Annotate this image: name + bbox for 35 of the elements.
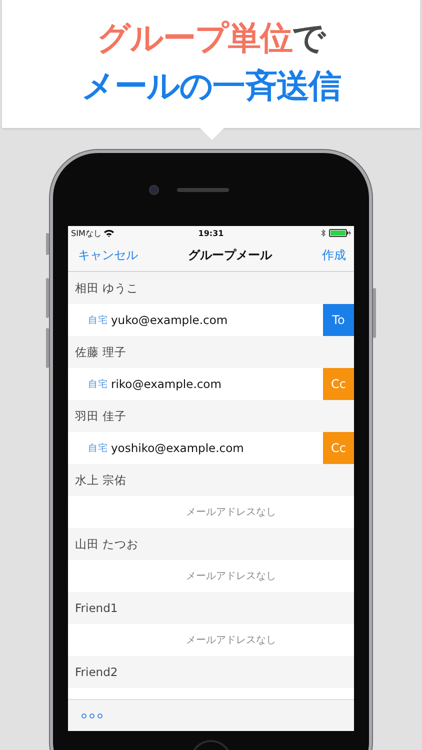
bluetooth-icon: [321, 229, 326, 237]
contact-name: 水上 宗佑: [75, 472, 127, 488]
no-email-text: メールアドレスなし: [186, 506, 276, 519]
email-label: 自宅: [88, 378, 108, 390]
recipient-type-button[interactable]: Cc: [323, 432, 354, 464]
contact-name: 佐藤 理子: [75, 344, 127, 360]
wifi-icon: [104, 229, 114, 237]
no-email-text: メールアドレスなし: [186, 570, 276, 583]
compose-button[interactable]: 作成: [322, 247, 346, 264]
screen-title: グループメール: [188, 247, 272, 264]
email-row[interactable]: 自宅 yoshiko@example.com Cc: [68, 432, 354, 464]
speaker-grille: [177, 188, 229, 192]
contact-name: 相田 ゆうこ: [75, 280, 139, 296]
email-address: yuko@example.com: [111, 313, 229, 327]
recipient-type-button[interactable]: To: [323, 304, 354, 336]
email-row[interactable]: 自宅 riko@example.com Cc: [68, 368, 354, 400]
more-icon[interactable]: [81, 712, 103, 718]
headline-text: グループ単位で: [97, 17, 325, 59]
email-label: 自宅: [88, 442, 108, 454]
camera-lens: [149, 184, 159, 194]
email-address: yoshiko@example.com: [111, 441, 245, 455]
carrier-text: SIMなし: [71, 228, 102, 238]
recipient-type-button[interactable]: Cc: [323, 368, 354, 400]
email-address: riko@example.com: [111, 377, 222, 391]
contact-name: Friend1: [75, 601, 118, 615]
time-text: 19:31: [198, 228, 224, 238]
no-email-text: メールアドレスなし: [186, 634, 276, 647]
cancel-button[interactable]: キャンセル: [78, 247, 138, 264]
headline-text: メールの一斉送信: [82, 65, 340, 107]
battery-icon: [329, 229, 351, 237]
contact-name: Friend2: [75, 665, 118, 679]
contact-name: 羽田 佳子: [75, 408, 127, 424]
email-label: 自宅: [88, 314, 108, 326]
contact-name: 山田 たつお: [75, 536, 139, 552]
email-row[interactable]: 自宅 yuko@example.com To: [68, 304, 354, 336]
